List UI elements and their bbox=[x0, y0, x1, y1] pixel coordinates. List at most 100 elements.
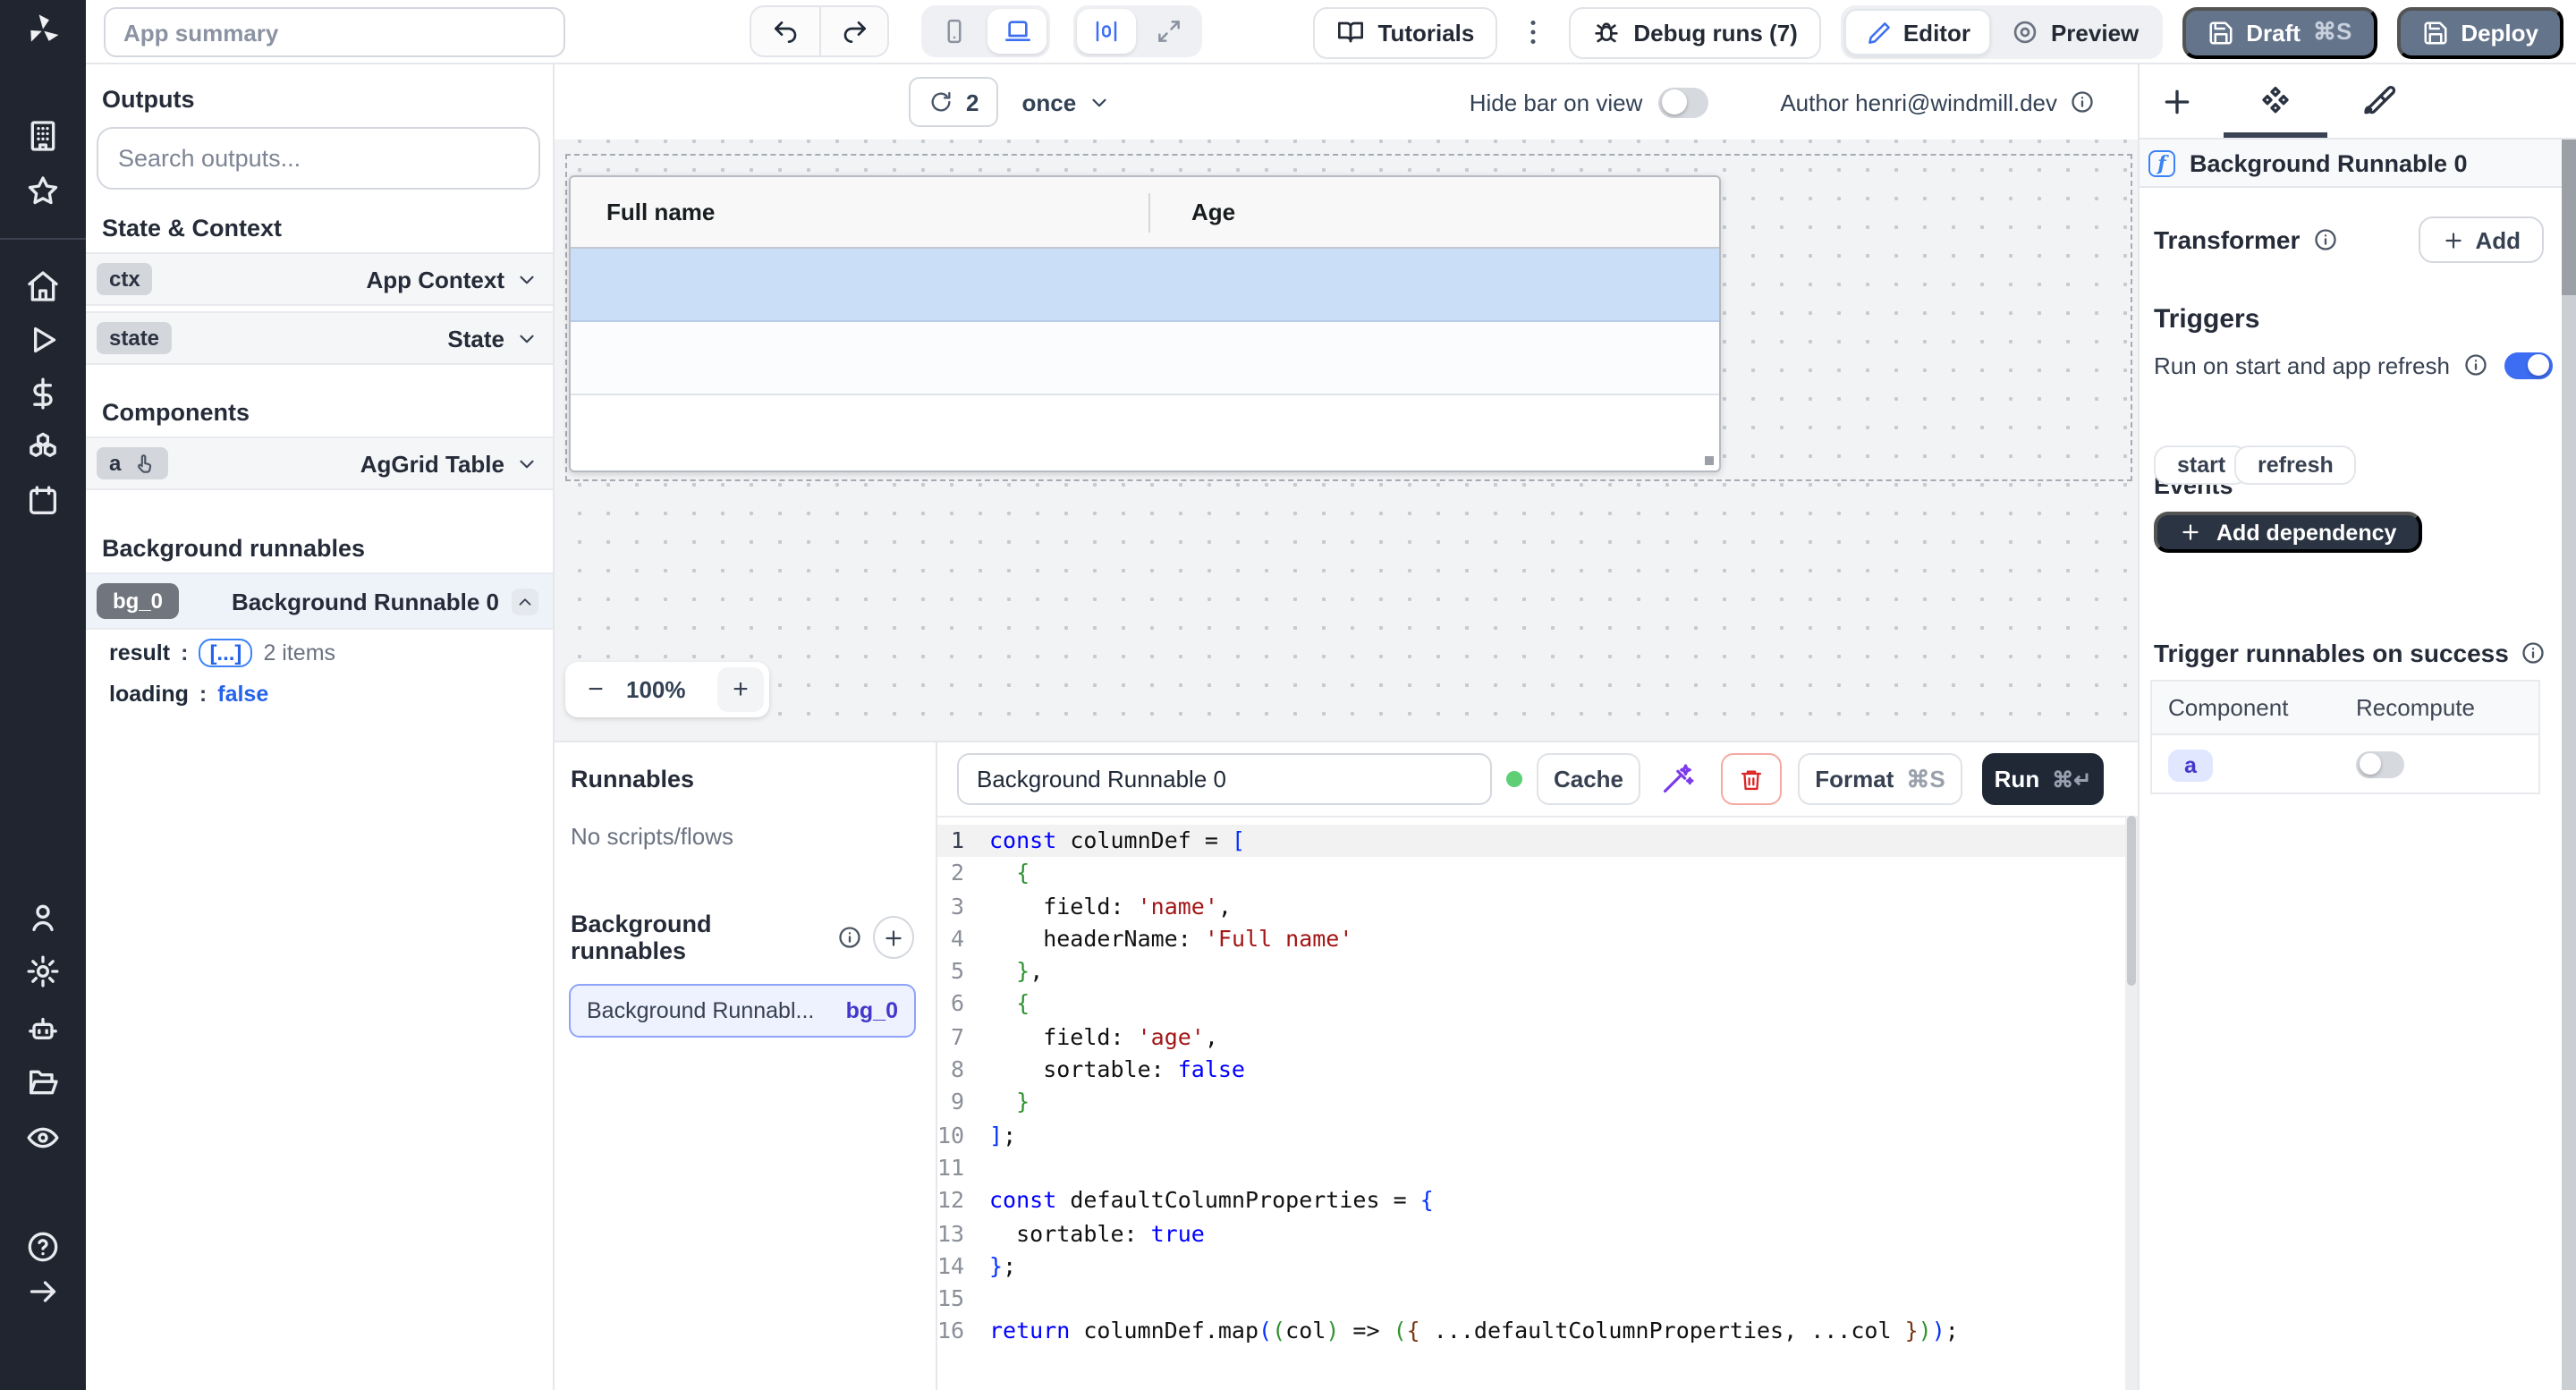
code-line[interactable]: 10]; bbox=[937, 1119, 2138, 1152]
code-line[interactable]: 6 { bbox=[937, 988, 2138, 1021]
windmill-logo-icon[interactable] bbox=[23, 11, 63, 50]
app-summary-input[interactable] bbox=[104, 7, 565, 57]
table-row-selected[interactable] bbox=[571, 249, 1719, 322]
variables-dollar-icon[interactable] bbox=[25, 376, 61, 411]
code-line[interactable]: 8 sortable: false bbox=[937, 1054, 2138, 1087]
centered-layout-button[interactable] bbox=[1077, 9, 1136, 54]
code-line[interactable]: 7 field: 'age', bbox=[937, 1021, 2138, 1055]
chevron-down-icon[interactable] bbox=[515, 452, 538, 475]
expand-sidebar-arrow-icon[interactable] bbox=[25, 1274, 61, 1309]
add-transformer-button[interactable]: Add bbox=[2418, 216, 2544, 263]
resources-boxes-icon[interactable] bbox=[25, 429, 61, 465]
code-line[interactable]: 2 { bbox=[937, 858, 2138, 891]
panel-scrollbar[interactable] bbox=[2562, 140, 2576, 1390]
info-icon[interactable] bbox=[2312, 227, 2337, 252]
info-icon[interactable] bbox=[837, 925, 862, 950]
background-runnable-item[interactable]: Background Runnabl... bg_0 bbox=[569, 984, 916, 1038]
info-icon[interactable] bbox=[2462, 352, 2487, 377]
audit-eye-icon[interactable] bbox=[25, 1120, 61, 1156]
settings-diamonds-tab[interactable] bbox=[2258, 84, 2293, 120]
author-label: Author henri@windmill.dev bbox=[1780, 89, 2057, 115]
tab-preview[interactable]: Preview bbox=[1992, 9, 2158, 55]
runnable-name-input[interactable] bbox=[957, 753, 1492, 805]
favorites-star-icon[interactable] bbox=[25, 174, 61, 209]
runnables-panel: Runnables No scripts/flows Background ru… bbox=[555, 741, 936, 1390]
settings-gear-icon[interactable] bbox=[25, 954, 61, 989]
table-resize-handle[interactable] bbox=[1705, 456, 1714, 465]
code-line[interactable]: 14}; bbox=[937, 1250, 2138, 1284]
save-icon bbox=[2421, 19, 2448, 46]
code-line[interactable]: 15 bbox=[937, 1283, 2138, 1316]
trash-icon bbox=[1739, 767, 1764, 792]
column-header-full-name[interactable]: Full name bbox=[571, 199, 1148, 225]
recompute-toggle[interactable] bbox=[2356, 750, 2404, 777]
device-toggle-group bbox=[921, 5, 1050, 57]
code-line[interactable]: 5 }, bbox=[937, 955, 2138, 988]
folders-icon[interactable] bbox=[25, 1064, 61, 1100]
background-runnables-header: Background runnables bbox=[555, 850, 936, 964]
zoom-in-button[interactable]: + bbox=[717, 667, 764, 712]
workspace-building-icon[interactable] bbox=[25, 118, 61, 154]
search-outputs-input[interactable] bbox=[97, 127, 540, 190]
output-row-component-a[interactable]: a AgGrid Table bbox=[86, 436, 553, 490]
add-background-runnable-button[interactable] bbox=[873, 916, 914, 959]
help-icon[interactable] bbox=[25, 1229, 61, 1265]
code-line[interactable]: 3 field: 'name', bbox=[937, 890, 2138, 923]
draft-button[interactable]: Draft ⌘S bbox=[2182, 6, 2377, 58]
run-on-start-toggle[interactable] bbox=[2504, 352, 2553, 378]
format-button[interactable]: Format⌘S bbox=[1798, 753, 1962, 805]
deploy-button[interactable]: Deploy bbox=[2396, 6, 2563, 58]
output-row-ctx[interactable]: ctx App Context bbox=[86, 252, 553, 306]
code-line[interactable]: 13 sortable: true bbox=[937, 1217, 2138, 1250]
code-line[interactable]: 11 bbox=[937, 1152, 2138, 1185]
info-icon[interactable] bbox=[2070, 89, 2095, 114]
chevron-down-icon[interactable] bbox=[515, 326, 538, 350]
refresh-count-button[interactable]: 2 bbox=[909, 77, 998, 127]
code-line[interactable]: 4 headerName: 'Full name' bbox=[937, 923, 2138, 956]
cache-button[interactable]: Cache bbox=[1537, 753, 1640, 805]
workers-bot-icon[interactable] bbox=[25, 1013, 61, 1048]
component-a-badge: a bbox=[2168, 749, 2213, 781]
hide-bar-toggle[interactable] bbox=[1658, 87, 1708, 117]
home-icon[interactable] bbox=[25, 268, 61, 304]
user-icon[interactable] bbox=[25, 900, 61, 936]
zoom-out-button[interactable]: − bbox=[565, 674, 626, 705]
plus-icon bbox=[2441, 228, 2464, 251]
insert-component-plus-tab[interactable] bbox=[2159, 84, 2195, 120]
ai-wand-icon[interactable] bbox=[1660, 762, 1694, 796]
mobile-view-button[interactable] bbox=[925, 9, 984, 54]
topbar-right-actions: Tutorials Debug runs (7) Editor Preview bbox=[1314, 5, 2564, 59]
run-button[interactable]: Run⌘↵ bbox=[1982, 753, 2104, 805]
fullwidth-layout-button[interactable] bbox=[1140, 9, 1199, 54]
redo-button[interactable] bbox=[819, 7, 887, 55]
more-options-kebab-icon[interactable] bbox=[1517, 16, 1549, 48]
add-dependency-button[interactable]: Add dependency bbox=[2154, 512, 2421, 553]
styling-brush-tab[interactable] bbox=[2361, 84, 2397, 120]
output-row-bg0[interactable]: bg_0 Background Runnable 0 bbox=[86, 572, 553, 630]
aggrid-table-component[interactable]: Full name Age bbox=[569, 175, 1721, 472]
output-row-state[interactable]: state State bbox=[86, 311, 553, 365]
canvas-grid[interactable]: Full name Age − 100% + bbox=[555, 140, 2138, 741]
tab-editor[interactable]: Editor bbox=[1844, 9, 1992, 55]
runs-play-icon[interactable] bbox=[25, 322, 61, 358]
expand-result-button[interactable]: [...] bbox=[199, 639, 252, 667]
schedule-dropdown[interactable]: once bbox=[1021, 89, 1110, 115]
tutorials-button[interactable]: Tutorials bbox=[1314, 6, 1498, 58]
column-header-age[interactable]: Age bbox=[1150, 199, 1235, 225]
info-icon[interactable] bbox=[2521, 640, 2546, 665]
desktop-view-button[interactable] bbox=[987, 9, 1046, 54]
ctx-type-label: App Context bbox=[366, 266, 504, 292]
table-row[interactable] bbox=[571, 322, 1719, 395]
delete-runnable-button[interactable] bbox=[1721, 753, 1782, 805]
chevron-down-icon[interactable] bbox=[515, 267, 538, 291]
schedules-calendar-icon[interactable] bbox=[25, 483, 61, 519]
code-area[interactable]: 1const columnDef = [2 {3 field: 'name',4… bbox=[937, 816, 2138, 1390]
collapse-chevron-up-button[interactable] bbox=[512, 588, 538, 614]
code-line[interactable]: 16return columnDef.map((col) => ({ ...de… bbox=[937, 1316, 2138, 1349]
code-line[interactable]: 9 } bbox=[937, 1087, 2138, 1120]
code-scrollbar[interactable] bbox=[2125, 816, 2138, 1390]
undo-button[interactable] bbox=[751, 7, 819, 55]
code-line[interactable]: 12const defaultColumnProperties = { bbox=[937, 1185, 2138, 1218]
debug-runs-button[interactable]: Debug runs (7) bbox=[1569, 6, 1820, 58]
code-line[interactable]: 1const columnDef = [ bbox=[937, 825, 2138, 858]
